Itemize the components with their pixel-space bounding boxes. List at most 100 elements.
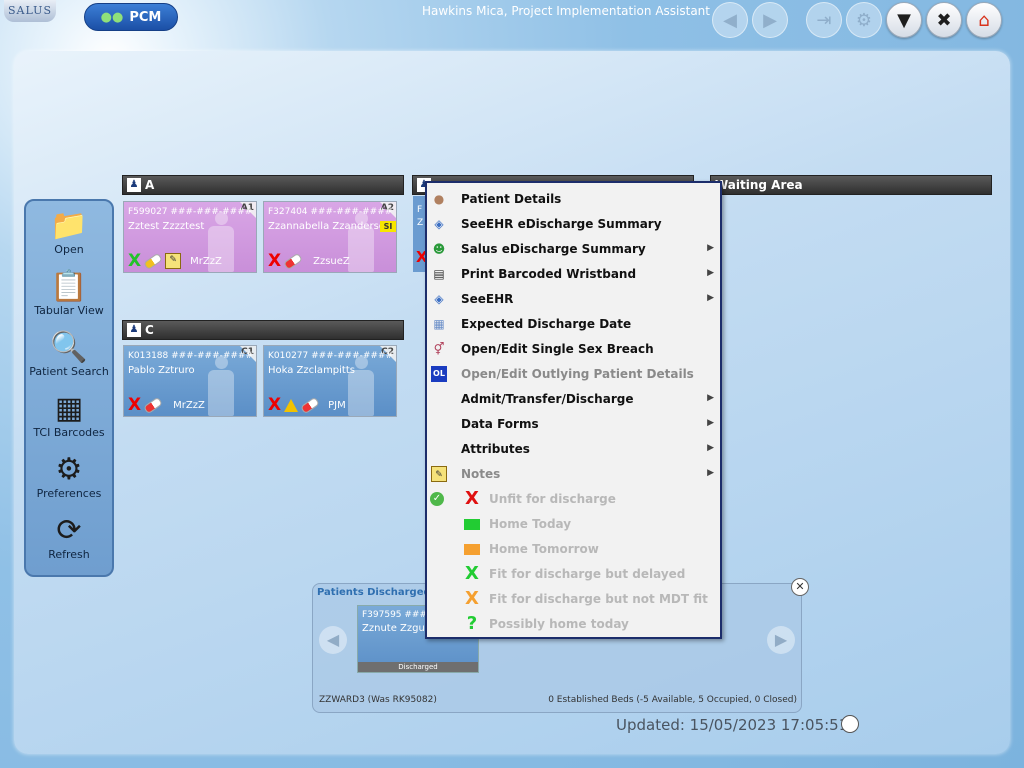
menu-label: Salus eDischarge Summary: [461, 242, 646, 256]
sidebar-item-preferences[interactable]: ⚙ Preferences: [26, 451, 112, 501]
sidebar-item-tabular-view[interactable]: 📋 Tabular View: [26, 268, 112, 318]
status-label: Fit for discharge but not MDT fit: [489, 592, 708, 606]
menu-item-notes[interactable]: ✎ Notes ▶: [427, 462, 720, 487]
pill-icon: [143, 396, 164, 414]
bed-card-a1[interactable]: A1 F599027 ###-###-#### Zztest Zzzztest …: [123, 201, 257, 273]
status-fit-but-delayed[interactable]: X Fit for discharge but delayed: [427, 562, 720, 587]
consultant: ZzsueZ: [313, 255, 350, 267]
status-label: Unfit for discharge: [489, 492, 616, 506]
menu-item-seeehr-edischarge[interactable]: ◈ SeeEHR eDischarge Summary: [427, 212, 720, 237]
beds-summary: 0 Established Beds (-5 Available, 5 Occu…: [548, 695, 797, 705]
menu-item-seeehr[interactable]: ◈ SeeEHR ▶: [427, 287, 720, 312]
unfit-for-discharge-icon: X: [268, 251, 282, 271]
home-icon[interactable]: ⌂: [966, 2, 1002, 38]
pill-icon: [300, 396, 321, 414]
submenu-arrow-icon: ▶: [707, 268, 714, 278]
close-icon[interactable]: ✖: [926, 2, 962, 38]
consultant: PJM: [328, 399, 346, 411]
gender-icon: ⚥: [433, 342, 445, 356]
notepad-icon: ✎: [431, 466, 447, 482]
settings-users-icon[interactable]: ⚙: [846, 2, 882, 38]
unfit-for-discharge-icon: X: [128, 395, 142, 415]
close-panel-icon[interactable]: ✕: [791, 578, 809, 596]
qr-code-icon: ▦: [54, 390, 84, 426]
status-fit-not-mdt[interactable]: X Fit for discharge but not MDT fit: [427, 587, 720, 612]
status-label: Home Today: [489, 517, 572, 531]
patient-id: K010277 ###-###-####: [268, 351, 394, 361]
status-label: Possibly home today: [489, 617, 629, 631]
bay-name: Waiting Area: [715, 178, 803, 192]
status-label: Fit for discharge but delayed: [489, 567, 686, 581]
menu-item-patient-details[interactable]: ● Patient Details: [427, 187, 720, 212]
menu-item-admit-transfer-discharge[interactable]: Admit/Transfer/Discharge ▶: [427, 387, 720, 412]
menu-item-salus-edischarge[interactable]: ☻ Salus eDischarge Summary ▶: [427, 237, 720, 262]
scroll-left-icon[interactable]: ◀: [319, 626, 347, 654]
bed-card-a2[interactable]: A2 F327404 ###-###-#### Zzannabella Zzan…: [263, 201, 397, 273]
folder-icon: 📁: [50, 207, 88, 243]
sidebar-item-tci-barcodes[interactable]: ▦ TCI Barcodes: [26, 390, 112, 440]
context-menu: ● Patient Details ◈ SeeEHR eDischarge Su…: [425, 181, 722, 639]
bed-id: F: [417, 205, 423, 215]
forward-arrow-icon[interactable]: ▶: [752, 2, 788, 38]
scroll-right-icon[interactable]: ▶: [767, 626, 795, 654]
menu-item-single-sex-breach[interactable]: ⚥ Open/Edit Single Sex Breach: [427, 337, 720, 362]
status-possibly-home-today[interactable]: ? Possibly home today: [427, 612, 720, 637]
patient-name: Hoka Zzclampitts: [268, 365, 355, 376]
bed-card-c1[interactable]: C1 K013188 ###-###-#### Pablo Zztruro X …: [123, 345, 257, 417]
sidebar-item-refresh[interactable]: ⟳ Refresh: [26, 512, 112, 562]
menu-label: Open/Edit Outlying Patient Details: [461, 367, 694, 381]
patient-name: Zzannabella Zzanderson: [268, 221, 392, 232]
sidebar-item-patient-search[interactable]: 🔍 Patient Search: [26, 329, 112, 379]
fit-for-discharge-icon: X: [128, 251, 142, 271]
bed-card-c2[interactable]: C2 K010277 ###-###-#### Hoka Zzclampitts…: [263, 345, 397, 417]
menu-item-outlying-patient[interactable]: OL Open/Edit Outlying Patient Details: [427, 362, 720, 387]
patient-name: Z: [417, 218, 424, 228]
menu-label: Open/Edit Single Sex Breach: [461, 342, 654, 356]
salus-person-icon: ☻: [432, 242, 446, 256]
menu-item-data-forms[interactable]: Data Forms ▶: [427, 412, 720, 437]
gear-icon: ⚙: [55, 451, 83, 487]
bay-name: A: [145, 178, 155, 192]
people-icon: ●●: [100, 9, 124, 25]
pcm-button[interactable]: ●● PCM: [84, 3, 178, 31]
ward-label: ZZWARD3 (Was RK95082): [319, 695, 437, 705]
seeehr-icon: ◈: [434, 292, 444, 306]
male-figure-icon: [208, 356, 234, 416]
green-square-icon: [463, 515, 481, 533]
green-x-icon: X: [465, 563, 479, 584]
refresh-icon: ⟳: [56, 512, 82, 548]
sidebar-item-label: Open: [54, 243, 84, 256]
back-arrow-icon[interactable]: ◀: [712, 2, 748, 38]
patient-name: Zztest Zzzztest: [128, 221, 205, 232]
menu-label: SeeEHR: [461, 292, 514, 306]
bay-header-waiting: Waiting Area: [710, 175, 992, 195]
barcode-icon: ▤: [433, 267, 445, 281]
status-unfit-for-discharge[interactable]: ✓ X Unfit for discharge: [427, 487, 720, 512]
menu-label: Attributes: [461, 442, 530, 456]
status-home-today[interactable]: Home Today: [427, 512, 720, 537]
menu-label: Data Forms: [461, 417, 539, 431]
bay-header-c: ♟ C: [122, 320, 404, 340]
orange-x-icon: X: [465, 588, 479, 609]
submenu-arrow-icon: ▶: [707, 243, 714, 253]
notepad-icon: ✎: [165, 253, 182, 269]
logout-icon[interactable]: ⇥: [806, 2, 842, 38]
menu-label: Print Barcoded Wristband: [461, 267, 637, 281]
side-toolbar: 📁 Open 📋 Tabular View 🔍 Patient Search ▦…: [24, 199, 114, 577]
refresh-indicator-icon[interactable]: [841, 715, 859, 733]
menu-item-print-wristband[interactable]: ▤ Print Barcoded Wristband ▶: [427, 262, 720, 287]
submenu-arrow-icon: ▶: [707, 443, 714, 453]
menu-item-attributes[interactable]: Attributes ▶: [427, 437, 720, 462]
bay-name: C: [145, 323, 154, 337]
pcm-label: PCM: [129, 9, 162, 25]
seeehr-icon: ◈: [434, 217, 444, 231]
menu-label: Notes: [461, 467, 501, 481]
menu-label: SeeEHR eDischarge Summary: [461, 217, 662, 231]
patient-id: K013188 ###-###-####: [128, 351, 254, 361]
status-home-tomorrow[interactable]: Home Tomorrow: [427, 537, 720, 562]
patient-id: F327404 ###-###-####: [268, 207, 393, 217]
sidebar-item-open[interactable]: 📁 Open: [26, 207, 112, 257]
filter-icon[interactable]: ▼: [886, 2, 922, 38]
pill-icon: [143, 252, 164, 270]
menu-item-expected-discharge[interactable]: ▦ Expected Discharge Date: [427, 312, 720, 337]
